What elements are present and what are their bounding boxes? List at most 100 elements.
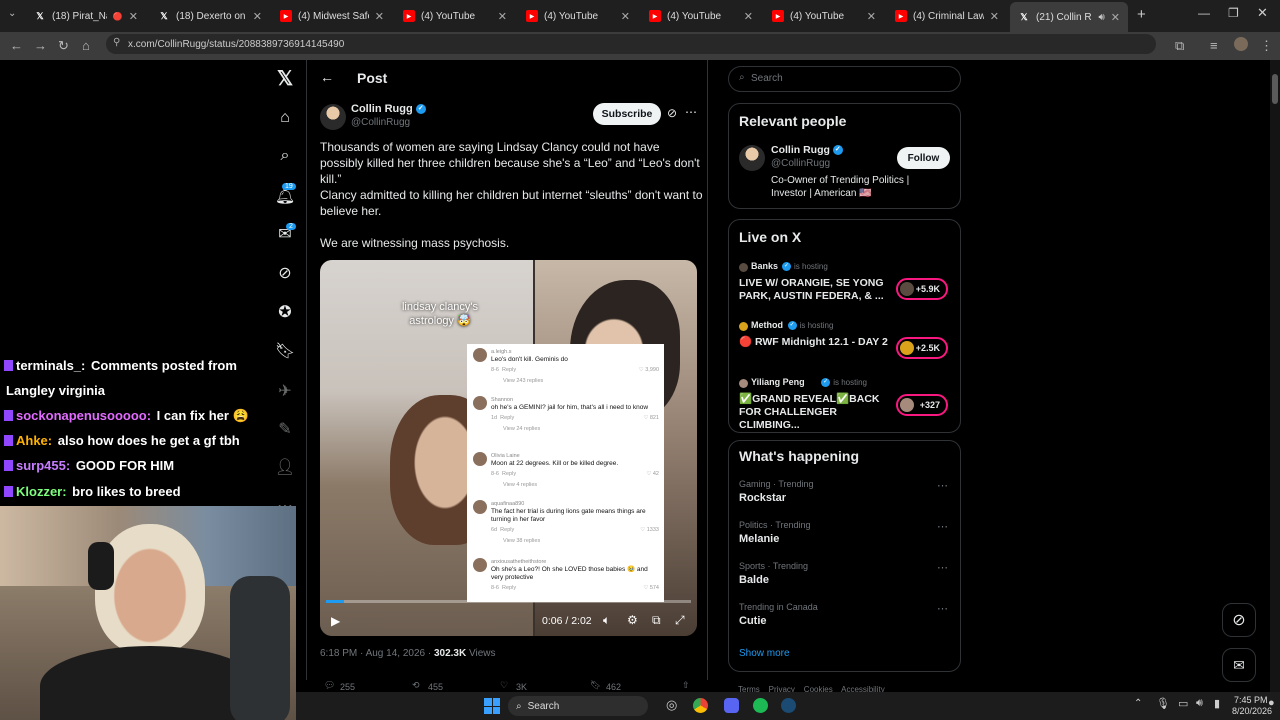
settings-gear-icon[interactable]: ⚙ <box>627 613 638 627</box>
browser-tab[interactable]: 𝕏 (21) Collin Rugg 🔊︎ ✕ <box>1010 2 1128 32</box>
page-scrollbar[interactable] <box>1270 60 1280 692</box>
notification-center-icon[interactable]: ● <box>1268 697 1275 709</box>
host-name[interactable]: Banks <box>751 261 778 271</box>
repost-icon[interactable]: ⟲ <box>412 680 420 691</box>
profile-avatar[interactable] <box>1234 37 1248 51</box>
taskbar-search[interactable]: ⌕ Search <box>508 696 648 716</box>
network-icon[interactable]: ▭ <box>1178 697 1188 710</box>
author-name-row[interactable]: Collin Rugg ✓ <box>351 103 426 115</box>
x-logo-icon[interactable]: 𝕏 <box>274 67 296 90</box>
video-progress-track[interactable] <box>326 600 691 603</box>
task-view-icon[interactable]: ◎ <box>666 697 677 713</box>
tab-close-icon[interactable]: ✕ <box>744 10 753 23</box>
pip-icon[interactable]: ⧉ <box>652 613 661 628</box>
new-tab-button[interactable]: + <box>1137 6 1146 23</box>
live-title[interactable]: 🔴 RWF Midnight 12.1 - DAY 2 <box>739 336 889 349</box>
home-nav-icon[interactable]: ⌂ <box>274 107 296 129</box>
windows-start-icon[interactable] <box>484 698 500 714</box>
browser-tab[interactable]: ▶ (4) YouTube ✕ <box>641 4 761 28</box>
grok-icon[interactable]: ⊘ <box>274 262 296 284</box>
grok-floating-button[interactable]: ⊘ <box>1222 603 1256 637</box>
explore-search-icon[interactable]: ⌕ <box>274 145 296 167</box>
subscribe-button[interactable]: Subscribe <box>593 103 661 125</box>
person-name-row[interactable]: Collin Rugg ✓ <box>771 144 843 156</box>
live-listener-pill[interactable]: +2.5K <box>896 337 948 359</box>
clock-date[interactable]: 8/20/2026 <box>1232 706 1272 716</box>
reply-icon[interactable]: 💬︎ <box>324 680 335 691</box>
trend-more-icon[interactable]: ⋯ <box>937 520 948 533</box>
tab-close-icon[interactable]: ✕ <box>1111 11 1120 24</box>
trend-more-icon[interactable]: ⋯ <box>937 561 948 574</box>
volume-icon[interactable]: 🔈︎ <box>603 613 610 628</box>
author-handle[interactable]: @CollinRugg <box>351 117 410 128</box>
media-control-icon[interactable]: ≡ <box>1210 38 1218 53</box>
post-timestamp[interactable]: 6:18 PM · Aug 14, 2026 · <box>320 648 434 659</box>
tab-close-icon[interactable]: ✕ <box>867 10 876 23</box>
host-name[interactable]: Yiliang Peng <box>751 377 805 387</box>
person-handle[interactable]: @CollinRugg <box>771 158 830 169</box>
tab-close-icon[interactable]: ✕ <box>375 10 384 23</box>
grok-explain-icon[interactable]: ⊘ <box>667 106 677 120</box>
live-title[interactable]: ✅GRAND REVEAL✅BACK FOR CHALLENGER CLIMBI… <box>739 393 889 432</box>
browser-tab[interactable]: ▶ (4) YouTube ✕ <box>395 4 515 28</box>
address-bar[interactable]: ⚲ x.com/CollinRugg/status/20883897369141… <box>106 34 1156 54</box>
spotify-taskbar-icon[interactable] <box>753 698 768 713</box>
menu-kebab-icon[interactable]: ⋮ <box>1260 38 1273 54</box>
author-avatar[interactable] <box>320 104 346 130</box>
steam-taskbar-icon[interactable] <box>781 698 796 713</box>
back-arrow-icon[interactable]: ← <box>320 69 334 85</box>
browser-tab[interactable]: ▶ (4) Midwest Safety - Y ✕ <box>272 4 392 28</box>
live-title[interactable]: LIVE W/ ORANGIE, SE YONG PARK, AUSTIN FE… <box>739 277 889 303</box>
extensions-icon[interactable]: ⧉ <box>1175 38 1184 54</box>
show-more-link[interactable]: Show more <box>739 648 790 659</box>
share-icon[interactable]: ⇧ <box>682 680 690 691</box>
messages-floating-button[interactable]: ✉ <box>1222 648 1256 682</box>
author-name[interactable]: Collin Rugg <box>351 103 413 115</box>
tab-close-icon[interactable]: ✕ <box>990 10 999 23</box>
video-player[interactable]: lindsay clancy's astrology 🤯 a.leigh.s Le… <box>320 260 697 636</box>
chrome-taskbar-icon[interactable] <box>693 698 708 713</box>
forward-arrow-icon[interactable]: → <box>34 38 47 53</box>
post-more-icon[interactable]: ⋯ <box>685 105 697 119</box>
play-icon[interactable]: ▶ <box>331 614 340 628</box>
like-icon[interactable]: ♡ <box>500 680 508 691</box>
tab-audio-icon[interactable]: 🔊︎ <box>1098 12 1104 23</box>
trend-name[interactable]: Rockstar <box>739 492 786 504</box>
discord-taskbar-icon[interactable] <box>724 698 739 713</box>
tab-close-icon[interactable]: ✕ <box>253 10 262 23</box>
fullscreen-icon[interactable]: ⤢ <box>675 613 685 628</box>
home-icon[interactable]: ⌂ <box>82 38 90 53</box>
tab-close-icon[interactable]: ✕ <box>129 10 138 23</box>
host-name[interactable]: Method <box>751 320 783 330</box>
back-arrow-icon[interactable]: ← <box>10 38 23 53</box>
browser-tab[interactable]: ▶ (4) Criminal Lawyer R ✕ <box>887 4 1007 28</box>
browser-tab[interactable]: 𝕏 (18) Pirat_Nation 🔴 ✕ <box>26 4 146 28</box>
verified-orgs-icon[interactable]: ✪ <box>274 301 296 323</box>
bookmark-icon[interactable]: 🔖︎ <box>590 680 601 691</box>
speaker-icon[interactable]: 🔊︎ <box>1196 697 1203 710</box>
live-listener-pill[interactable]: +5.9K <box>896 278 948 300</box>
close-window-button[interactable]: ✕ <box>1257 5 1268 21</box>
search-box[interactable]: ⌕ Search <box>728 66 961 92</box>
browser-tab[interactable]: 𝕏 (18) Dexerto on X: "Li ✕ <box>150 4 270 28</box>
tab-close-icon[interactable]: ✕ <box>498 10 507 23</box>
minimize-button[interactable]: — <box>1198 6 1210 20</box>
trend-more-icon[interactable]: ⋯ <box>937 479 948 492</box>
tray-chevron-icon[interactable]: ⌃ <box>1134 698 1142 709</box>
trend-name[interactable]: Cutie <box>739 615 767 627</box>
trend-name[interactable]: Balde <box>739 574 769 586</box>
follow-button[interactable]: Follow <box>897 147 950 169</box>
site-info-icon[interactable]: ⚲ <box>113 37 120 48</box>
clock-time[interactable]: 7:45 PM <box>1234 695 1268 705</box>
trend-more-icon[interactable]: ⋯ <box>937 602 948 615</box>
browser-tab[interactable]: ▶ (4) YouTube ✕ <box>764 4 884 28</box>
microphone-icon[interactable]: 🎙︎ <box>1156 697 1170 710</box>
restore-button[interactable]: ❐ <box>1228 6 1239 20</box>
scrollbar-thumb[interactable] <box>1272 74 1278 104</box>
tab-search-chevron-icon[interactable]: ⌄ <box>8 8 16 19</box>
battery-icon[interactable]: ▮ <box>1214 697 1220 710</box>
reload-icon[interactable]: ↻ <box>58 38 69 54</box>
person-name[interactable]: Collin Rugg <box>771 144 830 156</box>
tab-close-icon[interactable]: ✕ <box>621 10 630 23</box>
trend-name[interactable]: Melanie <box>739 533 779 545</box>
